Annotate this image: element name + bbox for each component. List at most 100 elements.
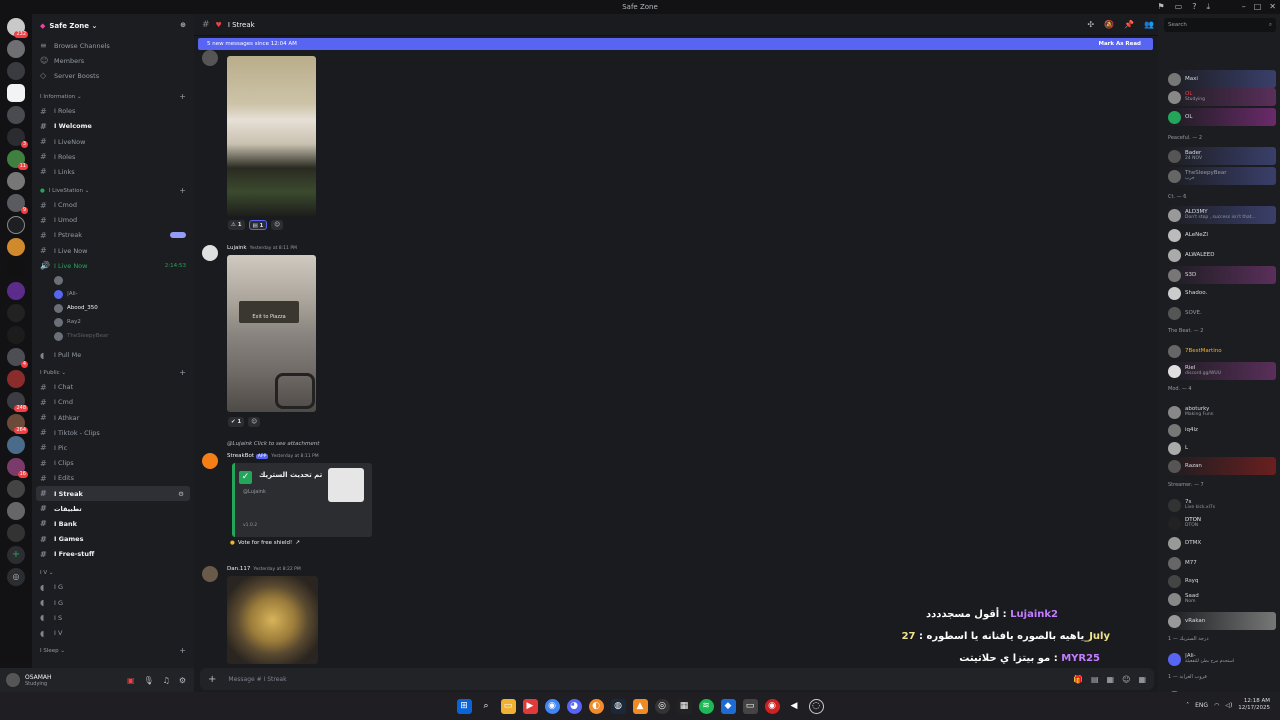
headset-icon[interactable]: ♫	[163, 676, 170, 685]
vlc-icon[interactable]: ▲	[632, 698, 648, 714]
steam-icon[interactable]: ◍	[610, 698, 626, 714]
settings-icon[interactable]: ⚙	[179, 676, 186, 685]
voice-channel[interactable]: ◖ I G	[32, 595, 194, 610]
channel-item[interactable]: # I Edits	[32, 471, 194, 486]
search-icon[interactable]: ⌕	[479, 699, 494, 714]
channel-item[interactable]: # I LiveNow	[32, 134, 194, 149]
voice-user[interactable]: Ray2	[32, 315, 194, 329]
chevron-up-icon[interactable]: ˄	[1186, 702, 1189, 709]
channel-item[interactable]: # I Bank	[32, 516, 194, 531]
member-item[interactable]: SOVE.	[1168, 304, 1276, 322]
voice-channel[interactable]: ◖ I G	[32, 580, 194, 595]
member-item[interactable]: L	[1168, 439, 1276, 457]
mark-as-read-button[interactable]: Mark As Read	[1098, 41, 1141, 47]
server-icon[interactable]: 232	[7, 18, 28, 38]
server-header[interactable]: ◆ Safe Zone ⌄ ⊕	[32, 14, 194, 38]
member-list-icon[interactable]: 👥	[1144, 20, 1154, 29]
channel-item[interactable]: # I Free-stuff	[32, 547, 194, 562]
server-icon[interactable]: 248	[7, 392, 28, 412]
category-livestation[interactable]: ● I LiveStation ⌄ +	[32, 184, 194, 198]
member-item[interactable]: 7s Live kick.xl7s	[1168, 496, 1276, 514]
avatar[interactable]	[6, 673, 20, 687]
category-information[interactable]: I Information ⌄ +	[32, 90, 194, 104]
member-item[interactable]: ALD3MY Don't stop , success isn't that...	[1168, 206, 1276, 224]
video-editor-icon[interactable]: ▶	[522, 698, 538, 714]
member-item[interactable]: ALWALEED	[1168, 246, 1276, 264]
channel-item[interactable]: # I Pstreak	[32, 228, 194, 243]
member-item[interactable]: Saad Nom	[1168, 590, 1276, 608]
channel-item[interactable]: # I Live Now	[32, 243, 194, 258]
add-server-icon[interactable]: +	[7, 546, 25, 564]
inbox-icon[interactable]: ⚑	[1157, 2, 1164, 12]
voice-channel[interactable]: ◖ I V	[32, 625, 194, 640]
member-item[interactable]: Bader 24 NOV	[1168, 147, 1276, 165]
member-item[interactable]: Riel discord.gg/WUU	[1168, 362, 1276, 380]
channel-item[interactable]: # I Roles	[32, 149, 194, 164]
server-icon[interactable]	[7, 326, 25, 344]
member-item[interactable]: DTON DTON	[1168, 514, 1276, 532]
app-icon[interactable]: ◀	[787, 699, 802, 714]
add-reaction-icon[interactable]: ☺	[271, 220, 284, 230]
window-icon[interactable]: ▭	[1175, 2, 1183, 12]
pin-icon[interactable]: 📌	[1124, 20, 1134, 29]
server-icon[interactable]	[7, 172, 25, 190]
chrome-icon[interactable]: ◉	[544, 698, 560, 714]
channel-item[interactable]: # I Welcome	[32, 119, 194, 134]
add-channel-icon[interactable]: +	[179, 186, 186, 195]
close-icon[interactable]: ✕	[1269, 2, 1276, 11]
settings-icon[interactable]: ⚙	[178, 490, 184, 498]
channel-item-selected[interactable]: # I Streak ⚙	[36, 485, 190, 502]
server-icon[interactable]: 11	[7, 150, 28, 170]
firefox-icon[interactable]: ◐	[588, 698, 604, 714]
channel-item[interactable]: # I Tiktok - Clips	[32, 425, 194, 440]
channel-item[interactable]: # I Roles	[32, 104, 194, 119]
sticker-icon[interactable]: ▦	[1107, 675, 1115, 684]
member-item[interactable]: ALeNeZI	[1168, 226, 1276, 244]
server-icon[interactable]	[7, 62, 25, 80]
member-item[interactable]: OL Studying	[1168, 88, 1276, 106]
member-item[interactable]: S3D	[1168, 266, 1276, 284]
category-public[interactable]: I Public ⌄ +	[32, 366, 194, 380]
channel-item[interactable]: # I Cmod	[32, 198, 194, 213]
help-icon[interactable]: ?	[1192, 2, 1196, 12]
server-icon[interactable]: 264	[7, 414, 28, 434]
avatar[interactable]	[202, 50, 218, 66]
member-item[interactable]: TheSleepyBear حرب	[1168, 167, 1276, 185]
server-icon[interactable]	[7, 480, 25, 498]
member-item[interactable]: 7BestMartino	[1168, 342, 1276, 360]
server-icon[interactable]: 4	[7, 348, 28, 368]
avatar[interactable]	[202, 245, 218, 261]
server-icon[interactable]: 3	[7, 128, 28, 148]
reaction[interactable]: ⚠ 1	[228, 220, 245, 230]
server-icon[interactable]	[7, 524, 25, 542]
image-attachment[interactable]: Exit to Piazza	[227, 255, 316, 412]
emoji-icon[interactable]: ☺	[1122, 675, 1130, 684]
minimize-icon[interactable]: –	[1242, 2, 1246, 11]
mic-icon[interactable]: 🎙	[144, 676, 154, 685]
voice-channel-live[interactable]: 🔊 I Live Now 2:14:53	[32, 258, 194, 273]
image-attachment[interactable]	[227, 56, 316, 216]
add-attachment-icon[interactable]: +	[208, 674, 216, 685]
stream-icon[interactable]: ▣	[127, 676, 135, 685]
avatar[interactable]	[202, 453, 218, 469]
browse-channels[interactable]: ≡ Browse Channels	[32, 38, 194, 53]
app-icon[interactable]: ◆	[720, 698, 736, 714]
member-item[interactable]: DTMX	[1168, 534, 1276, 552]
embed-thumbnail[interactable]	[328, 468, 364, 502]
voice-user[interactable]: Abood_350	[32, 301, 194, 315]
message-input[interactable]: Message # I Streak	[228, 676, 286, 683]
category-sleep[interactable]: I Sleep ⌄ +	[32, 644, 194, 658]
server-icon[interactable]	[7, 282, 25, 300]
add-reaction-icon[interactable]: ☺	[248, 417, 260, 427]
channel-item[interactable]: # I Cmd	[32, 395, 194, 410]
reaction[interactable]: ▤ 1	[248, 220, 268, 230]
members-link[interactable]: ☺ Members	[32, 53, 194, 68]
member-item[interactable]: iq4lz	[1168, 421, 1276, 439]
avatar[interactable]	[202, 566, 218, 582]
member-item[interactable]: Razan	[1168, 457, 1276, 475]
lang-indicator[interactable]: ENG	[1195, 702, 1208, 709]
start-icon[interactable]: ⊞	[456, 698, 472, 714]
channel-item[interactable]: # I Games	[32, 532, 194, 547]
category-v[interactable]: I V ⌄	[32, 566, 194, 580]
wifi-icon[interactable]: ◠	[1214, 702, 1219, 709]
